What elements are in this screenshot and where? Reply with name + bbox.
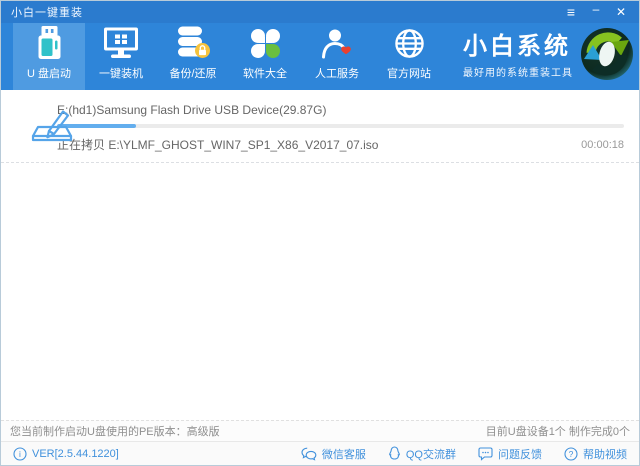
version-info[interactable]: i VER[2.5.44.1220] (13, 447, 119, 461)
titlebar: 小白一键重装 ≡ – ✕ (1, 1, 639, 23)
window-title: 小白一键重装 (11, 4, 83, 20)
window-controls: ≡ – ✕ (563, 4, 629, 20)
menu-icon[interactable]: ≡ (563, 4, 579, 20)
nav-item-website[interactable]: 官方网站 (373, 23, 445, 90)
globe-icon (394, 25, 425, 59)
statusbar: 您当前制作启动U盘使用的PE版本：高级版 目前U盘设备1个 制作完成0个 (1, 420, 639, 441)
link-label: 问题反馈 (498, 446, 542, 462)
link-label: 微信客服 (322, 446, 366, 462)
info-icon: i (13, 447, 27, 461)
help-video-icon: ? (564, 447, 578, 461)
minimize-icon[interactable]: – (588, 4, 604, 20)
brand-text: 小白系统 最好用的系统重装工具 (463, 34, 573, 79)
usb-device-label: E:(hd1)Samsung Flash Drive USB Device(29… (57, 103, 624, 117)
nav-item-usb-boot[interactable]: U 盘启动 (13, 23, 85, 90)
footer-links: 微信客服 QQ交流群 问题反馈 ? (301, 446, 627, 462)
help-video-link[interactable]: ? 帮助视频 (564, 446, 627, 462)
app-window: 小白一键重装 ≡ – ✕ U 盘启动 (0, 0, 640, 466)
nav-label: 人工服务 (315, 65, 359, 81)
progress-bar (57, 124, 624, 128)
device-count-text: 目前U盘设备1个 制作完成0个 (486, 423, 630, 439)
nav-label: 官方网站 (387, 65, 431, 81)
wechat-icon (301, 447, 317, 461)
monitor-windows-icon (103, 25, 139, 59)
backup-restore-icon (176, 25, 210, 59)
usb-task-row: E:(hd1)Samsung Flash Drive USB Device(29… (1, 90, 639, 163)
nav-label: 一键装机 (99, 65, 143, 81)
brand-slogan: 最好用的系统重装工具 (463, 64, 573, 79)
footer: i VER[2.5.44.1220] 微信客服 QQ交流群 (1, 441, 639, 465)
nav-label: 备份/还原 (169, 65, 216, 81)
navbar: U 盘启动 一键装机 (1, 23, 639, 90)
nav-item-service[interactable]: 人工服务 (301, 23, 373, 90)
person-heart-icon (321, 25, 353, 59)
nav-label: U 盘启动 (27, 65, 71, 81)
pe-version-text: 您当前制作启动U盘使用的PE版本：高级版 (10, 423, 220, 439)
nav-item-backup-restore[interactable]: 备份/还原 (157, 23, 229, 90)
elapsed-time: 00:00:18 (581, 139, 624, 151)
nav-item-one-click-install[interactable]: 一键装机 (85, 23, 157, 90)
nav-item-software[interactable]: 软件大全 (229, 23, 301, 90)
link-label: QQ交流群 (406, 446, 456, 462)
brand-name: 小白系统 (463, 34, 573, 60)
main-area: E:(hd1)Samsung Flash Drive USB Device(29… (1, 90, 639, 420)
wechat-service-link[interactable]: 微信客服 (301, 446, 366, 462)
feedback-link[interactable]: 问题反馈 (478, 446, 542, 462)
qq-group-link[interactable]: QQ交流群 (388, 446, 456, 462)
link-label: 帮助视频 (583, 446, 627, 462)
brand-block: 小白系统 最好用的系统重装工具 (463, 23, 639, 90)
usb-drive-icon (36, 25, 63, 59)
copy-status-text: 正在拷贝 E:\YLMF_GHOST_WIN7_SP1_X86_V2017_07… (57, 136, 378, 153)
refresh-sphere-logo (580, 27, 634, 86)
disk-write-icon (29, 106, 75, 149)
nav-label: 软件大全 (243, 65, 287, 81)
version-text: VER[2.5.44.1220] (32, 448, 119, 460)
svg-text:i: i (19, 449, 21, 459)
svg-text:?: ? (569, 449, 574, 459)
feedback-bubble-icon (478, 447, 493, 461)
qq-icon (388, 446, 401, 461)
close-icon[interactable]: ✕ (613, 4, 629, 20)
task-status-row: 正在拷贝 E:\YLMF_GHOST_WIN7_SP1_X86_V2017_07… (57, 136, 624, 153)
software-clover-icon (250, 25, 281, 59)
